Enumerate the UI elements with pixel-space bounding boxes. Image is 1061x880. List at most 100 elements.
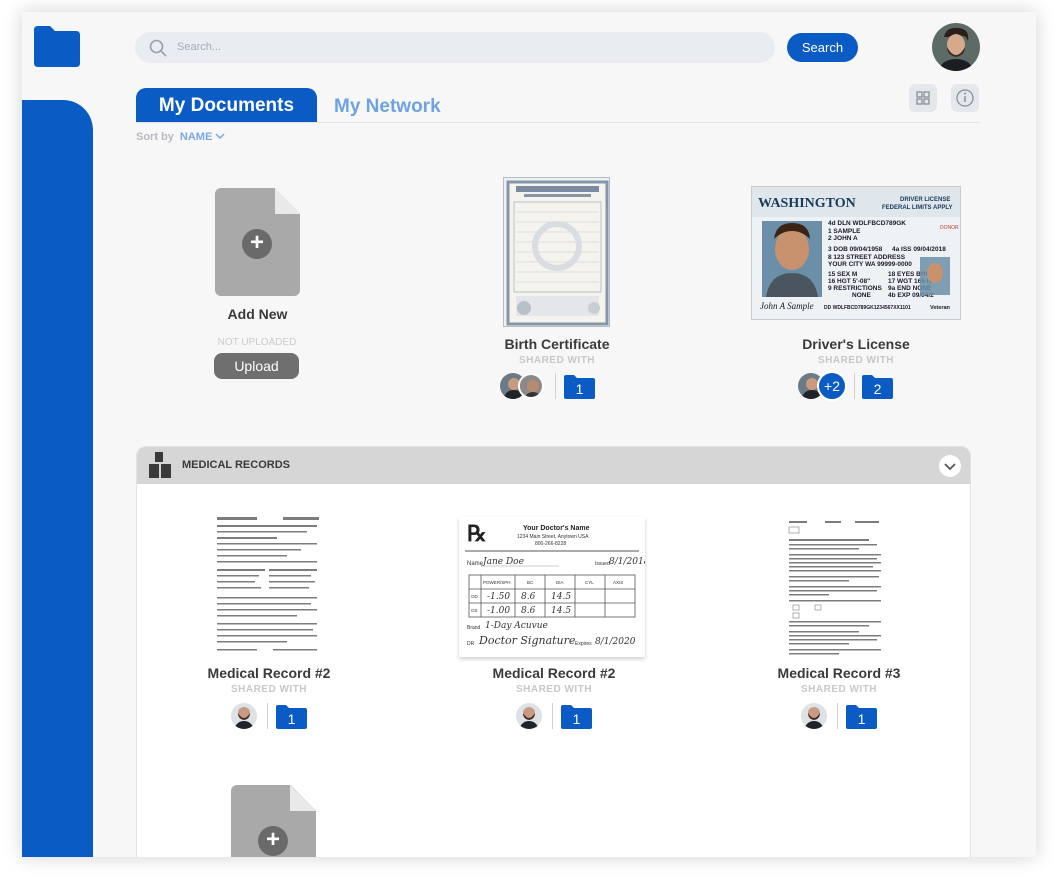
divider: [552, 703, 553, 729]
shared-with-label: SHARED WITH: [518, 355, 596, 366]
avatar[interactable]: [231, 703, 257, 729]
sort-control[interactable]: Sort by NAME: [136, 131, 225, 143]
tab-divider: [136, 122, 980, 123]
divider: [837, 703, 838, 729]
birth-certificate-thumbnail[interactable]: [503, 177, 610, 327]
shared-with-label: SHARED WITH: [800, 684, 878, 695]
svg-text:1234 Main Street, Anytown USA: 1234 Main Street, Anytown USA: [517, 534, 589, 540]
rx-brand-value: 1-Day Acuvue: [485, 621, 548, 631]
svg-text:8 123 STREET ADDRESS: 8 123 STREET ADDRESS: [828, 254, 906, 261]
svg-text:4d DLN WDLFBCD789GK: 4d DLN WDLFBCD789GK: [828, 220, 906, 227]
tab-my-documents[interactable]: My Documents: [136, 88, 317, 123]
document-title: Medical Record #3: [777, 665, 901, 681]
rx-issued-label: Issued: [595, 561, 610, 567]
prescription-thumbnail[interactable]: ℞ Your Doctor's Name 1234 Main Street, A…: [459, 517, 645, 657]
medical-record-thumbnail[interactable]: [213, 513, 325, 658]
app-window: Search... Search My Documents My Network: [22, 12, 1036, 857]
svg-text:16 HGT 5'-08": 16 HGT 5'-08": [828, 278, 870, 285]
document-title: Driver's License: [802, 336, 910, 352]
add-new-title: Add New: [227, 306, 288, 322]
info-button[interactable]: [951, 84, 979, 112]
avatar[interactable]: [801, 703, 827, 729]
document-title: Medical Record #2: [492, 665, 616, 681]
svg-text:8.6: 8.6: [521, 592, 536, 602]
share-row: 1: [516, 701, 606, 731]
svg-text:DONOR: DONOR: [940, 225, 959, 231]
prescription-image: ℞ Your Doctor's Name 1234 Main Street, A…: [459, 517, 645, 657]
share-row: 1: [231, 701, 321, 731]
folder-count: 1: [857, 711, 866, 727]
share-row: 1: [801, 701, 891, 731]
tab-my-network[interactable]: My Network: [334, 96, 441, 118]
sort-value: NAME: [179, 131, 213, 143]
rx-issued-value: 8/1/2018: [609, 557, 645, 567]
rx-name-value: Jane Doe: [481, 557, 524, 567]
folder-count-badge[interactable]: 1: [564, 375, 595, 399]
search-icon: [149, 39, 167, 57]
avatar[interactable]: [932, 23, 980, 71]
svg-text:DD WDLFBCD789GK1234567XX1101: DD WDLFBCD789GK1234567XX1101: [824, 305, 911, 311]
extra-shares-count[interactable]: +2: [817, 371, 847, 401]
svg-text:14.5: 14.5: [551, 592, 571, 602]
svg-text:14.5: 14.5: [551, 606, 571, 616]
grid-view-button[interactable]: [909, 84, 937, 112]
avatar[interactable]: [516, 703, 542, 729]
search-input[interactable]: Search...: [135, 32, 775, 63]
license-state: WASHINGTON: [758, 196, 856, 211]
svg-text:℞: ℞: [467, 521, 487, 546]
stack-icon: [149, 452, 171, 478]
svg-text:8.6: 8.6: [521, 606, 536, 616]
divider: [854, 373, 855, 399]
svg-text:-1.00: -1.00: [487, 606, 510, 616]
folder-count: 2: [873, 381, 882, 397]
upload-button[interactable]: Upload: [214, 353, 299, 379]
collapse-button[interactable]: [939, 455, 961, 477]
svg-text:-1.50: -1.50: [487, 592, 510, 602]
folder-count-badge[interactable]: 1: [846, 705, 877, 729]
svg-text:DRIVER LICENSE: DRIVER LICENSE: [900, 197, 950, 203]
svg-text:POWER/SPH: POWER/SPH: [483, 580, 511, 585]
svg-text:AXIS: AXIS: [613, 580, 623, 585]
share-row: +2 2: [798, 371, 918, 401]
shared-with-label: SHARED WITH: [817, 355, 895, 366]
svg-text:Veteran: Veteran: [930, 305, 951, 311]
folder-logo-icon[interactable]: [32, 26, 80, 67]
svg-text:NONE: NONE: [852, 292, 871, 299]
plus-icon: +: [258, 826, 288, 856]
svg-text:YOUR CITY WA 99999-0000: YOUR CITY WA 99999-0000: [828, 261, 912, 268]
license-image: WASHINGTON DRIVER LICENSE FEDERAL LIMITS…: [752, 187, 960, 319]
shared-with-label: SHARED WITH: [230, 684, 308, 695]
section-header[interactable]: MEDICAL RECORDS: [137, 447, 970, 484]
rx-doctor: Your Doctor's Name: [523, 525, 590, 532]
form-image: [788, 521, 881, 655]
svg-text:9 RESTRICTIONS: 9 RESTRICTIONS: [828, 285, 882, 292]
section-title: MEDICAL RECORDS: [182, 459, 290, 471]
folder-count: 1: [287, 711, 296, 727]
document-title: Birth Certificate: [504, 336, 610, 352]
shared-with-label: SHARED WITH: [515, 684, 593, 695]
avatar[interactable]: [518, 373, 544, 399]
medical-records-section: MEDICAL RECORDS Medical Record #2 SHARED…: [136, 446, 971, 857]
medical-record-thumbnail[interactable]: [785, 517, 885, 659]
folder-count: 1: [572, 711, 581, 727]
svg-text:15 SEX M: 15 SEX M: [828, 271, 857, 278]
share-row: 1: [500, 371, 620, 401]
certificate-image: [506, 180, 609, 326]
svg-text:DIA: DIA: [556, 580, 564, 585]
upload-status: NOT UPLOADED: [217, 337, 297, 348]
svg-text:BC: BC: [527, 580, 534, 585]
file-fold: [275, 188, 301, 214]
folder-count-badge[interactable]: 1: [276, 705, 307, 729]
folder-count: 1: [575, 381, 584, 397]
svg-text:OS: OS: [471, 608, 478, 613]
rx-dr-value: Doctor Signature: [478, 634, 576, 647]
drivers-license-thumbnail[interactable]: WASHINGTON DRIVER LICENSE FEDERAL LIMITS…: [751, 186, 961, 320]
search-placeholder: Search...: [177, 41, 222, 53]
form-image: [217, 517, 319, 651]
folder-count-badge[interactable]: 2: [862, 375, 893, 399]
folder-count-badge[interactable]: 1: [561, 705, 592, 729]
rx-dr-label: DR: [467, 641, 475, 647]
sidebar: [22, 100, 93, 857]
chevron-down-icon: [944, 463, 956, 471]
search-button[interactable]: Search: [787, 33, 858, 62]
